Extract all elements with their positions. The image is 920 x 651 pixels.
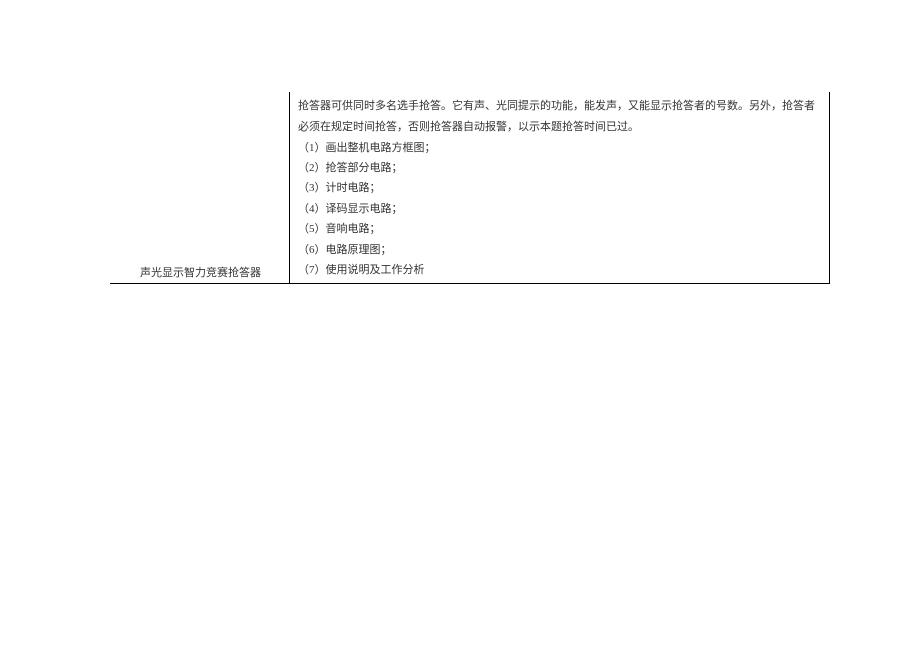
requirement-item: （5）音响电路； [298,219,821,239]
description-cell: 抢答器可供同时多名选手抢答。它有声、光同提示的功能，能发声，又能显示抢答者的号数… [290,92,830,283]
spec-table: 声光显示智力竞赛抢答器 抢答器可供同时多名选手抢答。它有声、光同提示的功能，能发… [110,92,830,284]
topic-title: 声光显示智力竞赛抢答器 [140,264,261,280]
requirement-item: （2）抢答部分电路； [298,158,821,178]
requirement-item: （3）计时电路； [298,178,821,198]
requirement-item: （4）译码显示电路； [298,199,821,219]
requirement-item: （6）电路原理图； [298,240,821,260]
title-cell: 声光显示智力竞赛抢答器 [110,92,290,283]
requirement-item: （7）使用说明及工作分析 [298,260,821,280]
intro-text: 抢答器可供同时多名选手抢答。它有声、光同提示的功能，能发声，又能显示抢答者的号数… [298,96,821,138]
requirement-item: （1）画出整机电路方框图； [298,138,821,158]
